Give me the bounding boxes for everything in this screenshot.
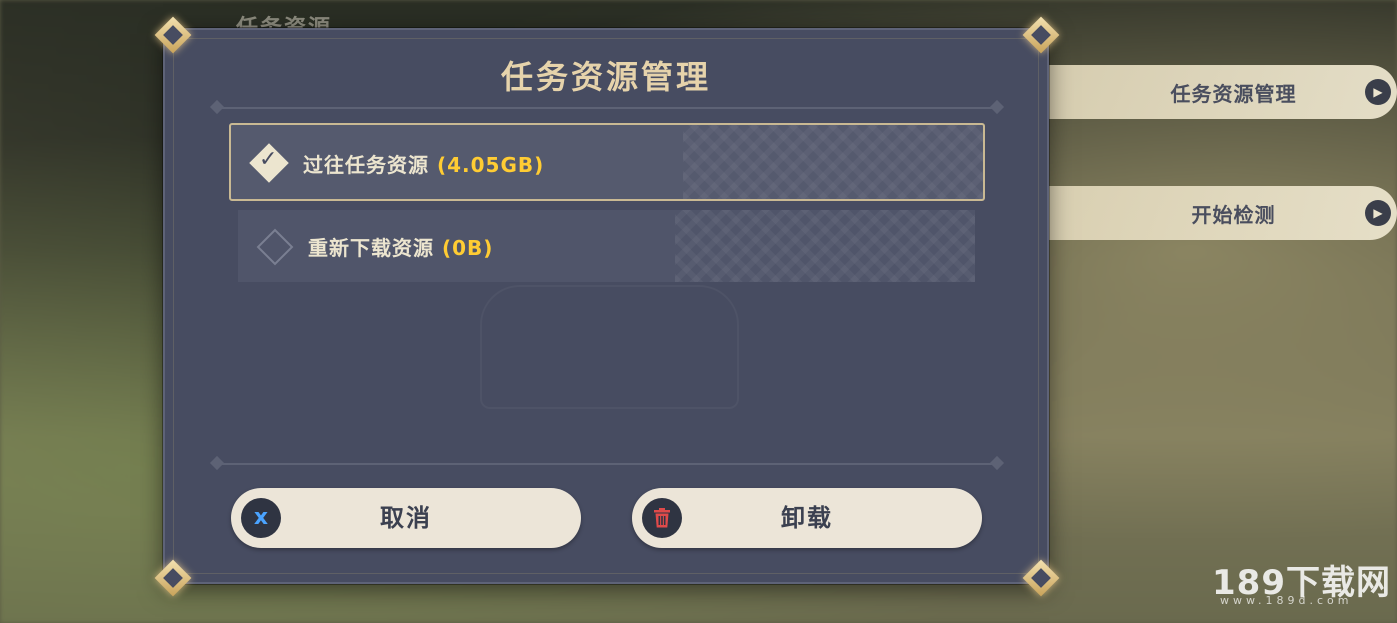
play-arrow-icon: ▶ [1365,79,1391,105]
option-size: (4.05GB) [436,153,545,177]
checkmark-icon: ✓ [259,147,278,172]
side-button-label: 开始检测 [1191,202,1276,227]
dialog-title: 任务资源管理 [500,58,711,96]
side-button-task-resource-management[interactable]: 任务资源管理 ▶ [1040,65,1397,119]
option-label: 过往任务资源 [303,153,429,177]
uninstall-button[interactable]: 卸载 [632,488,982,548]
option-past-task-resources[interactable]: ✓ 过往任务资源 (4.05GB) [229,123,985,201]
option-label: 重新下载资源 [308,236,434,260]
side-button-start-check[interactable]: 开始检测 ▶ [1040,186,1397,240]
empty-diamond-icon [256,228,294,266]
divider-bottom [209,455,1005,471]
divider-top [209,99,1005,115]
cancel-button[interactable]: x 取消 [231,488,581,548]
uninstall-button-label: 卸载 [781,504,833,532]
watermark-url: www.189d.com [1220,594,1353,607]
play-arrow-icon: ▶ [1365,200,1391,226]
decorative-emblem [480,285,739,409]
side-button-label: 任务资源管理 [1170,81,1297,106]
cancel-button-label: 取消 [380,504,432,532]
option-redownload-resources[interactable]: 重新下载资源 (0B) [238,210,975,282]
option-size: (0B) [441,236,494,260]
